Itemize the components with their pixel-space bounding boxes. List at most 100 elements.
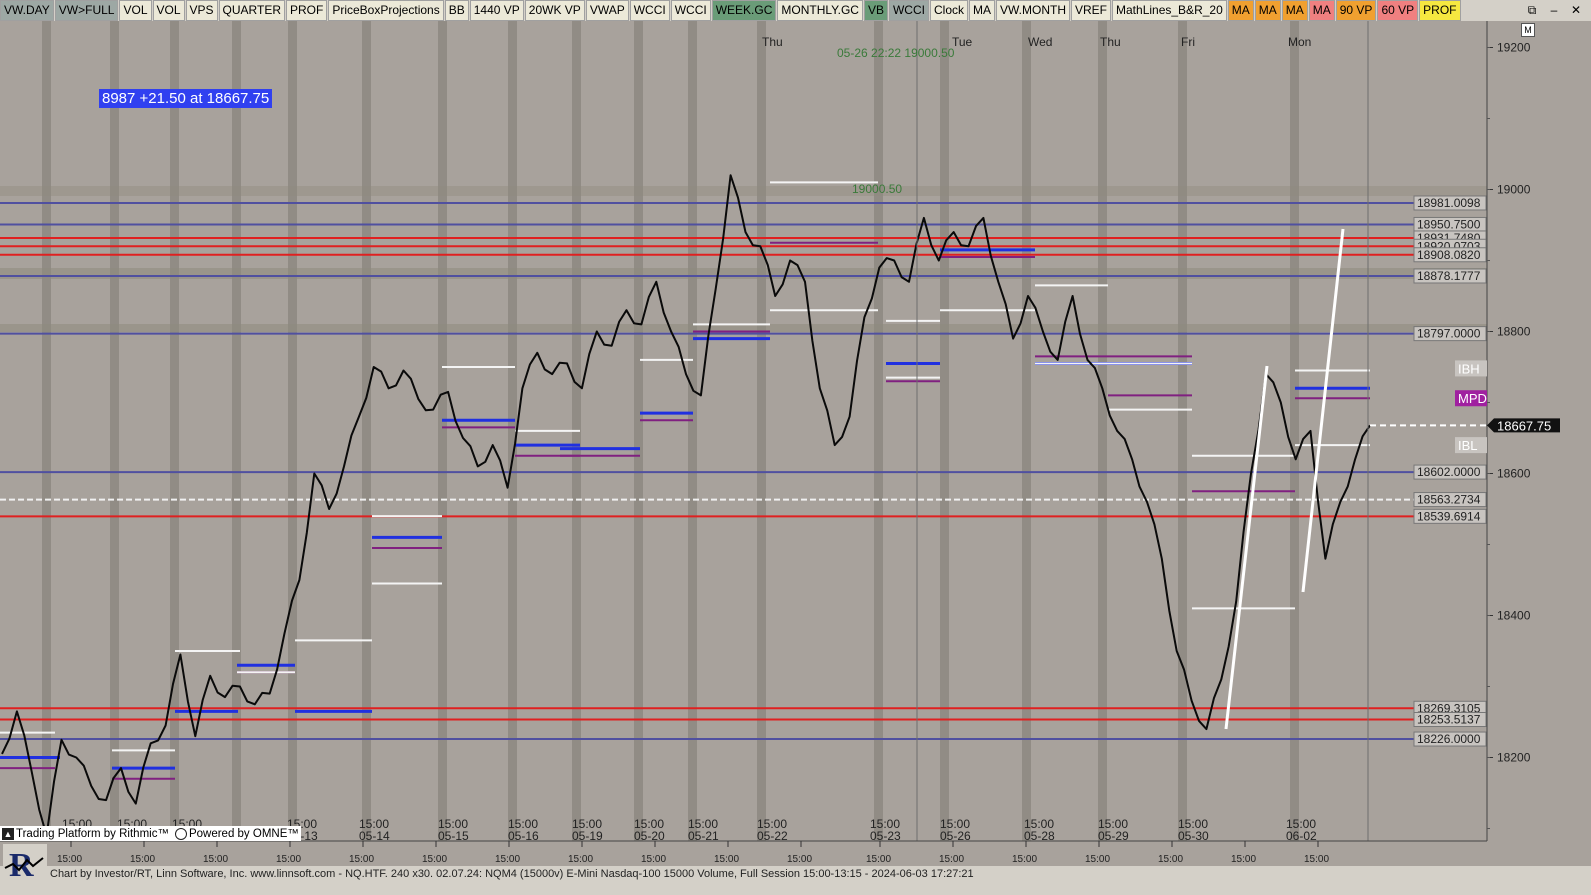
right-tag-1: MPD	[1458, 391, 1487, 406]
toolbar-button-13[interactable]: WCCI	[670, 0, 711, 21]
time-tick-label-2: 15:00	[203, 854, 228, 865]
toolbar-button-1[interactable]: VW>FULL	[54, 0, 119, 21]
restore-icon[interactable]: ⧉	[1521, 2, 1543, 18]
toolbar-button-25[interactable]: MA	[1281, 0, 1308, 21]
session-band-16	[1178, 21, 1187, 841]
toolbar-button-16[interactable]: VB	[863, 0, 888, 21]
level-tag-4: 18908.0820	[1417, 248, 1481, 262]
time-tick-label-10: 15:00	[787, 854, 812, 865]
session-band-3	[232, 21, 241, 841]
toolbar-button-5[interactable]: QUARTER	[218, 0, 285, 21]
footer-description: Chart by Investor/RT, Linn Software, Inc…	[50, 868, 974, 880]
time-tick-label-8: 15:00	[641, 854, 666, 865]
toolbar-button-27[interactable]: 90 VP	[1335, 0, 1377, 21]
toolbar-button-8[interactable]: BB	[444, 0, 469, 21]
toolbar-button-6[interactable]: PROF	[285, 0, 328, 21]
toolbar-button-11[interactable]: VWAP	[585, 0, 629, 21]
investor-rt-logo-icon: R	[3, 844, 47, 884]
level-tag-0: 18981.0098	[1417, 196, 1481, 210]
toolbar-button-21[interactable]: VREF	[1071, 0, 1112, 21]
time-tick-label-9: 15:00	[714, 854, 739, 865]
toolbar-button-29[interactable]: PROF	[1419, 0, 1461, 21]
toolbar-button-7[interactable]: PriceBoxProjections	[328, 0, 444, 21]
window-controls: ⧉ – ✕	[1521, 2, 1587, 18]
omne-icon	[174, 827, 187, 840]
time-tick-label-4: 15:00	[349, 854, 374, 865]
day-label-2: Wed	[1028, 35, 1052, 49]
m-box[interactable]: M	[1521, 23, 1535, 37]
toolbar-button-4[interactable]: VPS	[185, 0, 218, 21]
session-band-0	[42, 21, 51, 841]
right-tag-2: IBL	[1458, 438, 1478, 453]
toolbar-button-19[interactable]: MA	[969, 0, 995, 21]
session-band-10	[688, 21, 697, 841]
rithmic-icon: ▲	[2, 827, 14, 840]
last-price-tag: 18667.75	[1497, 418, 1551, 433]
time-tick-label-17: 15:00	[1304, 854, 1329, 865]
toolbar-button-28[interactable]: 60 VP	[1377, 0, 1419, 21]
toolbar-button-18[interactable]: Clock	[929, 0, 968, 21]
level-tag-6: 18797.0000	[1417, 327, 1481, 341]
zone-band-top	[0, 186, 1487, 196]
plot-background	[0, 21, 1487, 841]
toolbar-button-0[interactable]: VW.DAY	[0, 0, 54, 21]
rithmic-text: Trading Platform by Rithmic™	[16, 827, 169, 840]
session-band-9	[634, 21, 643, 841]
toolbar-button-22[interactable]: MathLines_B&R_20	[1112, 0, 1227, 21]
time-tick-label-12: 15:00	[939, 854, 964, 865]
last-trade-info-box: 8987 +21.50 at 18667.75	[99, 89, 273, 108]
session-band-2	[170, 21, 179, 841]
toolbar-button-20[interactable]: VW.MONTH	[996, 0, 1070, 21]
omne-text: Powered by OMNE™	[188, 827, 299, 840]
price-chart[interactable]: 18200 18400 18600 18800 19000 19200 18981.0098…	[0, 21, 1591, 866]
time-tick-label-5: 15:00	[422, 854, 447, 865]
level-tag-12: 18226.0000	[1417, 732, 1481, 746]
level-tag-1: 18950.7500	[1417, 217, 1481, 231]
day-label-1: Tue	[952, 35, 973, 49]
level-annotation: 19000.50	[852, 182, 903, 196]
y-tick-label-2: 18600	[1497, 467, 1531, 481]
top-annotation: 05-26 22:22 19000.50	[837, 46, 955, 60]
session-band-11	[757, 21, 766, 841]
y-tick-label-0: 18200	[1497, 751, 1531, 765]
close-icon[interactable]: ✕	[1565, 2, 1587, 18]
time-tick-label-11: 15:00	[866, 854, 891, 865]
indicator-toolbar: VW.DAY VW>FULL VOL VOL VPS QUARTER PROF PriceBo…	[0, 0, 1591, 22]
session-band-1	[110, 21, 119, 841]
level-tag-9: 18539.6914	[1417, 509, 1481, 523]
toolbar-button-26[interactable]: MA	[1308, 0, 1335, 21]
time-tick-label-3: 15:00	[276, 854, 301, 865]
y-tick-label-5: 19200	[1497, 41, 1531, 55]
y-tick-label-4: 19000	[1497, 183, 1531, 197]
zone-band-upper	[0, 268, 1487, 279]
y-tick-label-1: 18400	[1497, 609, 1531, 623]
time-tick-label-0: 15:00	[57, 854, 82, 865]
toolbar-button-23[interactable]: MA	[1227, 0, 1254, 21]
minimize-icon[interactable]: –	[1543, 2, 1565, 18]
toolbar-button-9[interactable]: 1440 VP	[469, 0, 524, 21]
level-tag-7: 18602.0000	[1417, 465, 1481, 479]
session-band-12	[874, 21, 883, 841]
toolbar-button-10[interactable]: 20WK VP	[524, 0, 585, 21]
session-band-17	[1290, 21, 1299, 841]
time-tick-label-13: 15:00	[1012, 854, 1037, 865]
day-label-0: Thu	[762, 35, 783, 49]
toolbar-button-14[interactable]: WEEK.GC	[711, 0, 777, 21]
session-band-13	[940, 21, 949, 841]
session-band-14	[1022, 21, 1031, 841]
level-tag-8: 18563.2734	[1417, 493, 1481, 507]
day-label-5: Mon	[1288, 35, 1311, 49]
toolbar-button-24[interactable]: MA	[1254, 0, 1281, 21]
time-tick-label-16: 15:00	[1231, 854, 1256, 865]
day-label-3: Thu	[1100, 35, 1121, 49]
toolbar-button-17[interactable]: WCCI	[888, 0, 929, 21]
rithmic-badge: ▲ Trading Platform by Rithmic™ Powered b…	[0, 826, 301, 841]
session-band-5	[362, 21, 371, 841]
toolbar-button-12[interactable]: WCCI	[629, 0, 670, 21]
session-band-15	[1098, 21, 1107, 841]
level-tag-5: 18878.1777	[1417, 269, 1481, 283]
time-tick-label-15: 15:00	[1158, 854, 1183, 865]
toolbar-button-2[interactable]: VOL	[119, 0, 152, 21]
toolbar-button-15[interactable]: MONTHLY.GC	[777, 0, 863, 21]
toolbar-button-3[interactable]: VOL	[152, 0, 185, 21]
